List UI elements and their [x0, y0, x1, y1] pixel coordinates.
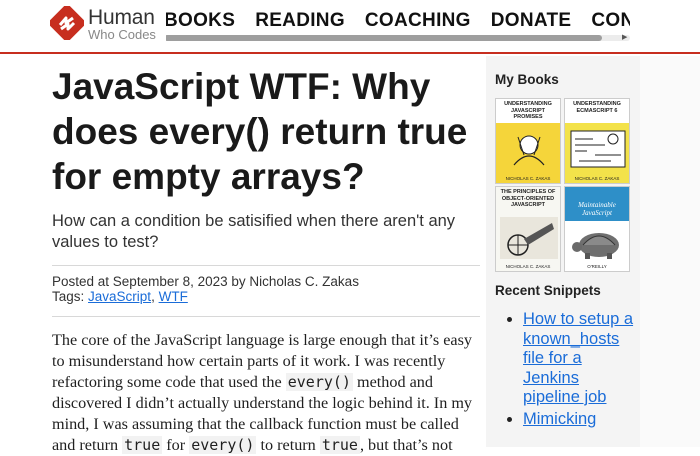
my-books-heading: My Books — [495, 72, 559, 87]
code-true: true — [319, 436, 360, 454]
posted-prefix: Posted at — [52, 274, 113, 289]
post-date: September 8, 2023 — [112, 274, 228, 289]
by-text: by — [227, 274, 250, 289]
article: JavaScript WTF: Why does every() return … — [52, 56, 480, 456]
snippet-link-mimicking[interactable]: Mimicking — [523, 410, 596, 428]
snippets-list: How to setup a known_hosts file for a Je… — [495, 310, 635, 431]
site-header: BOOKS READING COACHING DONATE CONTACT ▶ Huma… — [0, 0, 700, 54]
book-author: NICHOLAS C. ZAKAS — [505, 264, 551, 269]
book-author: NICHOLAS C. ZAKAS — [574, 176, 620, 181]
book-cover-ecmascript6[interactable]: UNDERSTANDING ECMASCRIPT 6 NICHOLAS C. Z… — [564, 98, 630, 184]
book-title: Maintainable JavaScript — [578, 201, 616, 217]
logo-icon — [50, 6, 84, 40]
book-cover-oop-javascript[interactable]: THE PRINCIPLES OF OBJECT-ORIENTED JAVASC… — [495, 186, 561, 272]
nav-donate[interactable]: DONATE — [491, 9, 572, 33]
code-true: true — [122, 436, 163, 454]
sidebar: My Books UNDERSTANDING JAVASCRIPT PROMIS… — [486, 56, 640, 447]
logo-title: Human — [88, 6, 155, 29]
divider — [52, 265, 480, 266]
book-title: UNDERSTANDING ECMASCRIPT 6 — [573, 101, 621, 114]
nav-scrollbar[interactable] — [164, 35, 630, 41]
book-publisher: O'REILLY — [587, 264, 607, 269]
divider — [52, 316, 480, 317]
body-text: for — [162, 436, 190, 454]
snippet-link-known-hosts[interactable]: How to setup a known_hosts file for a Je… — [523, 310, 633, 406]
article-title: JavaScript WTF: Why does every() return … — [52, 66, 468, 197]
posted-line: Posted at September 8, 2023 by Nicholas … — [52, 274, 480, 289]
book-illustration-icon — [570, 130, 626, 168]
book-title: UNDERSTANDING JAVASCRIPT PROMISES — [504, 101, 552, 120]
book-cover-maintainable-javascript[interactable]: Maintainable JavaScript O'REILLY — [564, 186, 630, 272]
list-item: How to setup a known_hosts file for a Je… — [523, 310, 635, 408]
tags-line: Tags: JavaScript, WTF — [52, 289, 480, 304]
scroll-right-arrow-icon[interactable]: ▶ — [622, 34, 630, 42]
post-author: Nicholas C. Zakas — [249, 274, 359, 289]
book-author: NICHOLAS C. ZAKAS — [505, 176, 551, 181]
logo-subtitle: Who Codes — [88, 27, 156, 42]
list-item: Mimicking — [523, 410, 635, 430]
site-logo[interactable]: Human Who Codes — [50, 5, 166, 45]
nav-reading[interactable]: READING — [255, 9, 345, 33]
book-grid: UNDERSTANDING JAVASCRIPT PROMISES NICHOL… — [495, 98, 631, 272]
tag-separator: , — [151, 289, 159, 304]
page-margin — [640, 56, 700, 447]
nav-contact[interactable]: CONTACT — [591, 9, 630, 33]
book-illustration-icon — [513, 135, 545, 166]
code-every: every() — [285, 373, 353, 391]
book-illustration-icon — [500, 217, 558, 259]
body-text: to return — [256, 436, 320, 454]
nav-scrollbar-thumb[interactable] — [164, 35, 602, 41]
tags-label: Tags: — [52, 289, 89, 304]
code-every: every() — [189, 436, 257, 454]
book-title: THE PRINCIPLES OF OBJECT-ORIENTED JAVASC… — [500, 189, 556, 208]
tag-javascript-link[interactable]: JavaScript — [88, 289, 151, 304]
article-meta: Posted at September 8, 2023 by Nicholas … — [52, 274, 480, 304]
nav-coaching[interactable]: COACHING — [365, 9, 471, 33]
article-body: The core of the JavaScript language is l… — [52, 330, 480, 456]
book-cover-promises[interactable]: UNDERSTANDING JAVASCRIPT PROMISES NICHOL… — [495, 98, 561, 184]
recent-snippets-heading: Recent Snippets — [495, 283, 601, 298]
nav-books[interactable]: BOOKS — [164, 9, 235, 33]
body-text: , but that’s not — [359, 436, 453, 454]
article-subtitle: How can a condition be satisified when t… — [52, 212, 456, 251]
turtle-illustration-icon — [572, 233, 619, 259]
tag-wtf-link[interactable]: WTF — [159, 289, 188, 304]
